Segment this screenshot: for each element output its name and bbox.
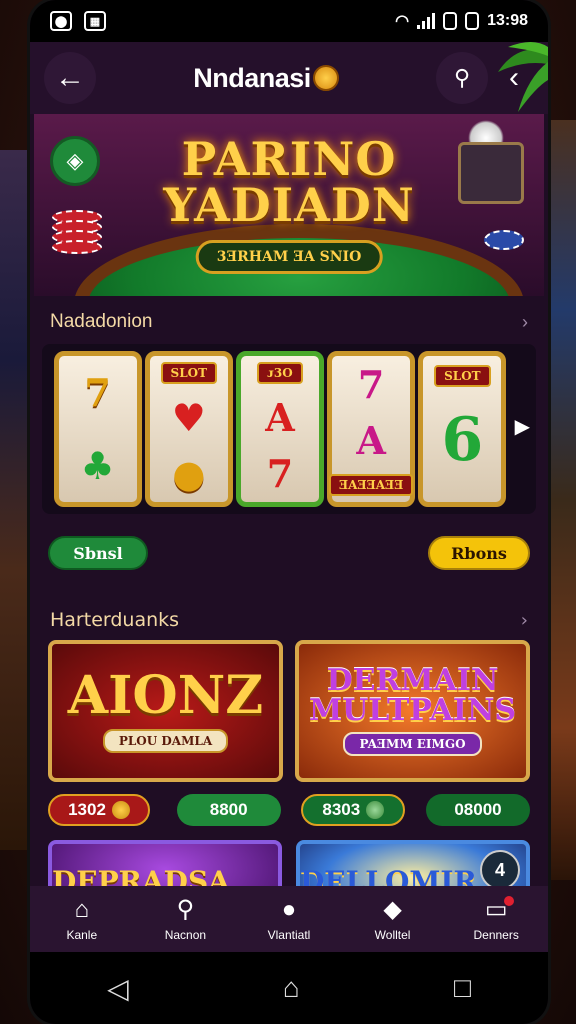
coin-icon xyxy=(366,801,385,819)
app-title-text: Nndanasi xyxy=(193,62,311,93)
reel-tag: ƎAƎƎAƎƎ xyxy=(328,474,414,497)
bonus-button[interactable]: Rbons xyxy=(428,536,530,570)
signal-icon xyxy=(417,13,436,29)
game-subtitle: PAƎMM EIMGO xyxy=(343,732,482,756)
chevron-left-button[interactable]: ‹ xyxy=(494,61,534,95)
nav-item-chat[interactable]: ● Vlantiatl xyxy=(244,896,334,942)
reel-tag: SLOT xyxy=(160,361,218,384)
search-icon: ⚲ xyxy=(453,65,471,90)
slot-reels[interactable]: 7 ♣ SLOT ♥ ● ᴊ3O A 7 7 A ƎAƎƎAƎƎ SLOT 6 … xyxy=(42,344,536,514)
users-icon: ◆ xyxy=(383,896,402,923)
reel-2: SLOT ♥ ● xyxy=(144,351,233,507)
reel-symbol: ♥ xyxy=(171,394,206,440)
recents-square-icon[interactable]: □ xyxy=(454,972,471,1004)
nav-label: Kanle xyxy=(66,928,98,942)
reel-symbol: ● xyxy=(172,451,206,497)
coin-icon xyxy=(312,65,339,91)
game-title: DERMAIN MULTPAINS xyxy=(308,663,517,728)
battery-icon xyxy=(443,12,458,30)
game-subtitle: PLOU DAMLA xyxy=(102,729,229,753)
jackpot-badge[interactable]: 8800 xyxy=(176,794,281,826)
chevron-right-icon[interactable]: ▶ xyxy=(515,414,530,439)
reel-3: ᴊ3O A 7 xyxy=(235,351,324,507)
banner-title-line1: PARINO xyxy=(181,132,397,186)
arrow-left-icon: ← xyxy=(55,61,85,94)
badge-value: 8303 xyxy=(322,800,361,819)
chevron-right-icon: › xyxy=(522,311,528,332)
hero-banner[interactable]: ◈ PARINO YADIADN 3ƎRHAM ƎA SNIO xyxy=(34,114,544,296)
sim-icon xyxy=(465,12,480,30)
wallet-icon: ▭ xyxy=(484,896,514,923)
banner-subtitle: 3ƎRHAM ƎA SNIO xyxy=(195,240,383,274)
status-bar: ⬤ ▦ ◠ 13:98 xyxy=(30,0,548,42)
jackpot-badge[interactable]: 8303 xyxy=(301,794,406,826)
nav-label: Nacnon xyxy=(164,928,207,942)
home-circle-icon[interactable]: ⌂ xyxy=(283,972,300,1004)
reel-4: 7 A ƎAƎƎAƎƎ xyxy=(327,351,416,507)
reel-1: 7 ♣ xyxy=(53,351,142,507)
search-icon: ⚲ xyxy=(176,896,195,923)
game-title: AIONZ xyxy=(67,665,264,726)
wifi-icon: ◠ xyxy=(395,13,410,30)
chevron-right-icon: › xyxy=(520,609,528,631)
badge-value: 8800 xyxy=(209,800,248,819)
nav-item-wallet[interactable]: ▭ Denners xyxy=(451,896,541,942)
reel-symbol: 7 xyxy=(266,451,294,497)
system-nav-bar: ◁ ⌂ □ xyxy=(30,952,548,1024)
nav-label: Denners xyxy=(473,928,519,942)
spin-button[interactable]: Sbnsl xyxy=(48,536,148,570)
coin-icon xyxy=(111,801,130,819)
back-triangle-icon[interactable]: ◁ xyxy=(107,972,129,1005)
reel-5: SLOT 6 xyxy=(418,351,507,507)
game-card[interactable]: DERMAIN MULTPAINS PAƎMM EIMGO xyxy=(295,640,530,782)
game-card[interactable]: AIONZ PLOU DAMLA xyxy=(48,640,283,782)
nav-label: Vlantiatl xyxy=(267,928,311,942)
nav-item-search[interactable]: ⚲ Nacnon xyxy=(140,896,230,942)
search-button[interactable]: ⚲ xyxy=(436,52,488,104)
reel-symbol: A xyxy=(265,394,295,440)
section-title: Nadadonion xyxy=(50,311,153,332)
banner-title: PARINO YADIADN xyxy=(34,136,544,228)
banner-title-line2: YADIADN xyxy=(163,178,415,232)
jackpot-badge[interactable]: 1302 xyxy=(48,794,150,826)
section-header-2[interactable]: Harterduanks › xyxy=(30,600,548,640)
jackpot-badge[interactable]: 08000 xyxy=(425,794,530,826)
home-icon: ⌂ xyxy=(74,896,90,923)
back-button[interactable]: ← xyxy=(44,52,96,104)
section-header-1[interactable]: Nadadonion › xyxy=(30,300,548,344)
reel-tag: ᴊ3O xyxy=(257,361,303,384)
reel-symbol: A xyxy=(356,417,386,463)
chips-decoration-blue xyxy=(484,230,524,250)
reel-symbol: 6 xyxy=(441,405,484,475)
count-badge: 4 xyxy=(480,850,520,890)
reel-symbol: ♣ xyxy=(80,443,115,488)
nav-label: Wolltel xyxy=(374,928,411,942)
reel-symbol: 7 xyxy=(357,361,385,407)
phone-screen: ⬤ ▦ ◠ 13:98 ← Nndanasi ⚲ ‹ ◈ PARINO YADI… xyxy=(30,0,548,1024)
notification-icon: ▦ xyxy=(84,11,106,31)
section-title: Harterduanks xyxy=(50,609,180,631)
app-title: Nndanasi xyxy=(193,63,339,94)
badge-value: 08000 xyxy=(454,800,502,819)
chat-icon: ● xyxy=(281,896,297,923)
nav-item-users[interactable]: ◆ Wolltel xyxy=(348,896,438,942)
status-time: 13:98 xyxy=(487,12,528,29)
reel-symbol: 7 xyxy=(84,370,111,415)
nav-item-home[interactable]: ⌂ Kanle xyxy=(37,896,127,942)
background-right xyxy=(546,120,576,880)
reel-tag: SLOT xyxy=(434,365,491,387)
bottom-nav: ⌂ Kanle ⚲ Nacnon ● Vlantiatl ◆ Wolltel ▭… xyxy=(30,886,548,952)
background-left xyxy=(0,150,30,850)
badge-value: 1302 xyxy=(68,800,106,819)
app-bar: ← Nndanasi ⚲ ‹ xyxy=(30,42,548,114)
media-icon: ⬤ xyxy=(50,11,72,31)
chevron-left-icon: ‹ xyxy=(509,61,519,94)
